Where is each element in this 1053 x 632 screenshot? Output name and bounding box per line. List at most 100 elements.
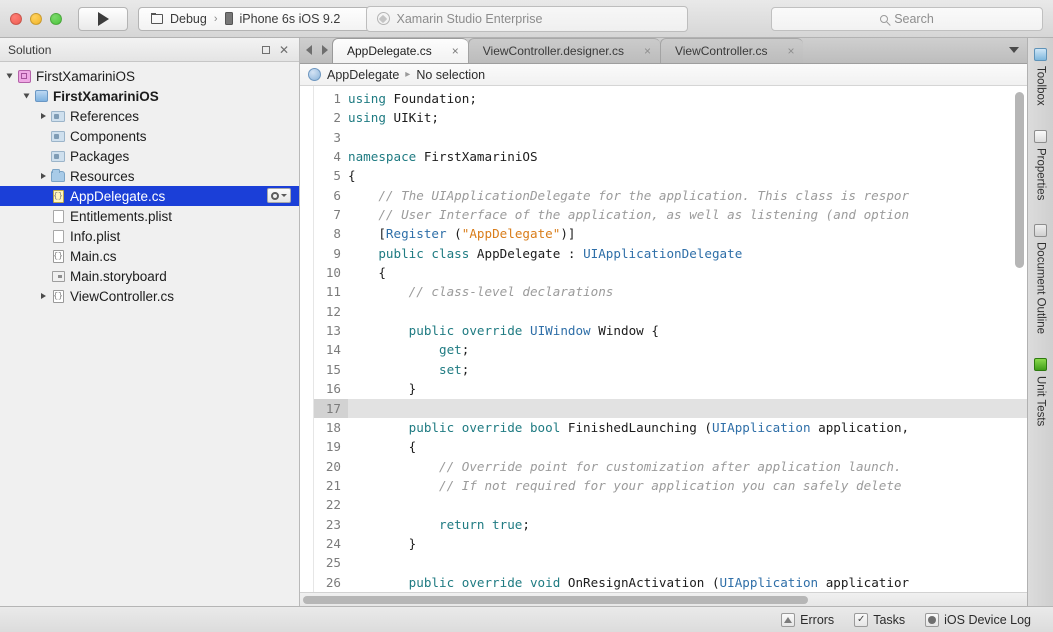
code-line[interactable]: 13 public override UIWindow Window { (314, 321, 1027, 340)
tree-node-components[interactable]: Components (0, 126, 299, 146)
run-configuration-selector[interactable]: Debug › iPhone 6s iOS 9.2 (138, 6, 378, 31)
line-number: 21 (325, 477, 341, 493)
code-line[interactable]: 21 // If not required for your applicati… (314, 476, 1027, 495)
tab-overflow-button[interactable] (1001, 37, 1027, 63)
pad-tab-toolbox[interactable]: Toolbox (1034, 44, 1047, 110)
editor-vertical-scrollbar[interactable] (1015, 92, 1024, 576)
run-button[interactable] (78, 6, 128, 31)
code-editor[interactable]: 1 using Foundation; 2 using UIKit; 3 4 namespa… (300, 86, 1027, 592)
code-line[interactable]: 4 namespace FirstXamariniOS (314, 147, 1027, 166)
line-number: 14 (325, 342, 341, 358)
line-number: 6 (333, 187, 341, 203)
line-number: 3 (333, 129, 341, 145)
pad-tab-unit-tests[interactable]: Unit Tests (1034, 354, 1047, 430)
tree-node-packages[interactable]: Packages (0, 146, 299, 166)
code-line[interactable]: 19 { (314, 437, 1027, 456)
code-line[interactable]: 1 using Foundation; (314, 89, 1027, 108)
code-line[interactable]: 8 [Register ("AppDelegate")] (314, 224, 1027, 243)
warning-icon (781, 612, 796, 627)
code-line[interactable]: 22 (314, 495, 1027, 514)
tab-viewcontroller-designer-cs[interactable]: ViewController.designer.cs × (467, 38, 660, 63)
status-ios-device-log-button[interactable]: iOS Device Log (925, 612, 1031, 627)
tree-node-resources[interactable]: Resources (0, 166, 299, 186)
close-icon[interactable]: × (787, 45, 794, 57)
code-line[interactable]: 10 { (314, 263, 1027, 282)
code-line[interactable]: 14 get; (314, 340, 1027, 359)
editor-horizontal-scrollbar[interactable] (300, 592, 1027, 606)
status-tasks-button[interactable]: ✓ Tasks (854, 612, 905, 627)
tree-node-info-plist[interactable]: Info.plist (0, 226, 299, 246)
code-line-text: { (348, 168, 356, 184)
code-line[interactable]: 12 (314, 302, 1027, 321)
tree-node-label: Components (70, 128, 147, 144)
editor-fold-margin[interactable] (300, 86, 314, 592)
editor-column: AppDelegate.cs × ViewController.designer… (300, 38, 1027, 606)
scrollbar-thumb[interactable] (1015, 92, 1024, 268)
code-text[interactable]: 1 using Foundation; 2 using UIKit; 3 4 namespa… (314, 86, 1027, 592)
status-errors-button[interactable]: Errors (781, 612, 834, 627)
code-line[interactable]: 7 // User Interface of the application, … (314, 205, 1027, 224)
line-number: 1 (333, 91, 341, 106)
code-line[interactable]: 2 using UIKit; (314, 108, 1027, 127)
solution-pad-header: Solution ✕ (0, 38, 299, 62)
tab-label: AppDelegate.cs (347, 44, 432, 58)
code-line[interactable]: 9 public class AppDelegate : UIApplicati… (314, 244, 1027, 263)
code-line-text: get; (348, 342, 470, 358)
twisty-icon[interactable] (3, 73, 16, 79)
tree-node-label: AppDelegate.cs (70, 188, 166, 204)
search-field[interactable]: Search (771, 6, 1043, 31)
code-line[interactable]: 18 public override bool FinishedLaunchin… (314, 418, 1027, 437)
tree-node-main-storyboard[interactable]: Main.storyboard (0, 266, 299, 286)
close-icon[interactable]: × (452, 45, 459, 57)
close-window-button[interactable] (10, 12, 22, 25)
code-line[interactable]: 24 } (314, 534, 1027, 553)
twisty-icon[interactable] (20, 93, 33, 99)
code-line[interactable]: 5{ (314, 166, 1027, 185)
tab-viewcontroller-cs[interactable]: ViewController.cs × (659, 38, 804, 63)
pin-icon[interactable] (259, 43, 273, 57)
tree-node-appdelegate-cs[interactable]: {} AppDelegate.cs (0, 186, 299, 206)
close-icon[interactable]: × (644, 45, 651, 57)
code-line[interactable]: 11 // class-level declarations (314, 282, 1027, 301)
code-line[interactable]: 26 public override void OnResignActivati… (314, 573, 1027, 592)
pad-tab-properties[interactable]: Properties (1034, 126, 1047, 204)
tree-node-label: Info.plist (70, 228, 121, 244)
line-number: 11 (325, 284, 341, 300)
tree-node-viewcontroller-cs[interactable]: {} ViewController.cs (0, 286, 299, 306)
code-line-text: [Register ("AppDelegate")] (348, 226, 576, 242)
arrow-right-icon[interactable] (322, 45, 328, 55)
tree-node-project[interactable]: FirstXamariniOS (0, 86, 299, 106)
play-icon (97, 11, 109, 26)
twisty-icon[interactable] (37, 113, 50, 119)
pad-tab-document-outline[interactable]: Document Outline (1034, 220, 1047, 338)
code-line[interactable]: 25 (314, 553, 1027, 572)
tree-node-main-cs[interactable]: {} Main.cs (0, 246, 299, 266)
minimize-window-button[interactable] (30, 12, 42, 25)
scrollbar-thumb[interactable] (303, 596, 808, 604)
code-line[interactable]: 23 return true; (314, 515, 1027, 534)
arrow-left-icon[interactable] (306, 45, 312, 55)
twisty-icon[interactable] (37, 293, 50, 299)
tab-appdelegate-cs[interactable]: AppDelegate.cs × (332, 38, 468, 63)
line-number: 15 (325, 361, 341, 377)
code-line[interactable]: 20 // Override point for customization a… (314, 457, 1027, 476)
code-line[interactable]: 15 set; (314, 360, 1027, 379)
gear-dropdown-button[interactable] (267, 188, 291, 203)
tree-node-solution[interactable]: FirstXamariniOS (0, 66, 299, 86)
breadcrumb-class[interactable]: AppDelegate (327, 68, 399, 82)
code-line[interactable]: 17 (314, 398, 1027, 418)
tree-node-references[interactable]: References (0, 106, 299, 126)
chevron-right-icon: ▸ (405, 69, 411, 80)
breadcrumb-member[interactable]: No selection (416, 68, 485, 82)
line-number: 10 (325, 265, 341, 281)
tree-node-entitlements-plist[interactable]: Entitlements.plist (0, 206, 299, 226)
code-line[interactable]: 16 } (314, 379, 1027, 398)
code-line[interactable]: 3 (314, 128, 1027, 147)
close-icon[interactable]: ✕ (277, 43, 291, 57)
line-number: 8 (333, 226, 341, 242)
code-line[interactable]: 6 // The UIApplicationDelegate for the a… (314, 186, 1027, 205)
zoom-window-button[interactable] (50, 12, 62, 25)
toolbox-icon (1034, 48, 1047, 61)
twisty-icon[interactable] (37, 173, 50, 179)
